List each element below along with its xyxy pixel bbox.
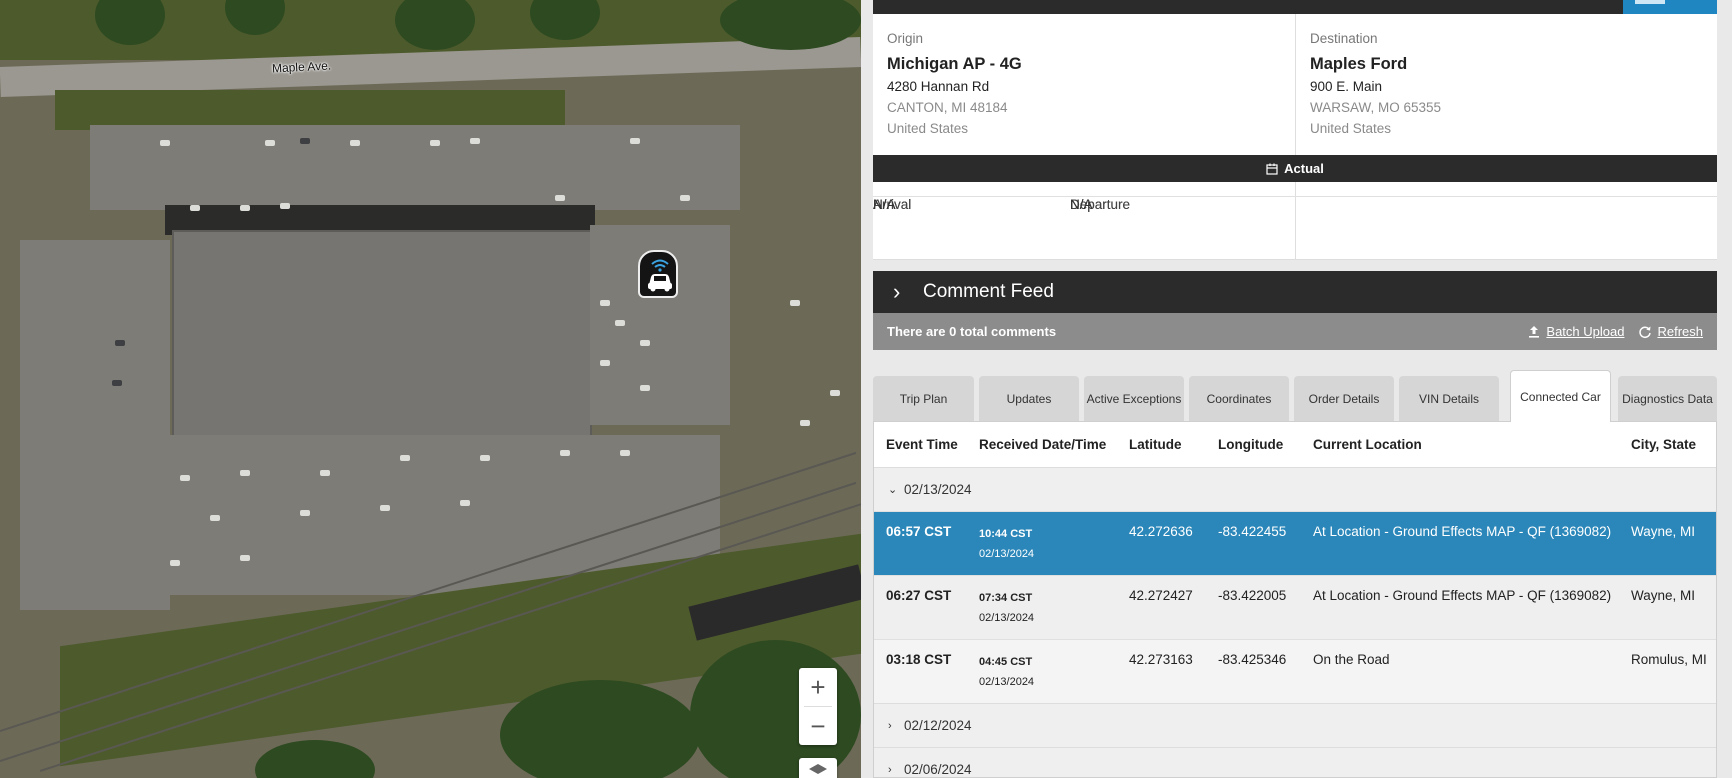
latitude: 42.273163 (1129, 652, 1193, 667)
satellite-map[interactable]: Maple Ave. + − (0, 0, 861, 778)
menu-button[interactable] (1623, 0, 1717, 14)
city-state: Wayne, MI (1631, 524, 1696, 539)
origin-country: United States (887, 121, 969, 136)
tab-trip-plan[interactable]: Trip Plan (873, 376, 974, 422)
latitude: 42.272636 (1129, 524, 1193, 539)
received-datetime: 04:45 CST 02/13/2024 (979, 652, 1034, 692)
latitude: 42.272427 (1129, 588, 1193, 603)
received-datetime: 07:34 CST 02/13/2024 (979, 588, 1034, 628)
table-row[interactable]: 03:18 CST 04:45 CST 02/13/2024 42.273163… (874, 639, 1716, 703)
origin-destination-card: Origin Michigan AP - 4G 4280 Hannan Rd C… (873, 14, 1717, 155)
tab-order-details[interactable]: Order Details (1294, 376, 1394, 422)
col-event-time[interactable]: Event Time (886, 437, 958, 452)
destination-city: WARSAW, MO 65355 (1310, 100, 1442, 115)
tab-updates[interactable]: Updates (979, 376, 1079, 422)
comment-feed-bar: There are 0 total comments Batch Upload … (873, 313, 1717, 350)
date-group-row[interactable]: › 02/12/2024 (874, 703, 1716, 747)
longitude: -83.425346 (1218, 652, 1287, 667)
actual-title: Actual (1284, 161, 1324, 176)
received-date: 02/13/2024 (979, 548, 1035, 560)
origin-section: Origin Michigan AP - 4G 4280 Hannan Rd C… (873, 14, 1295, 155)
current-location: At Location - Ground Effects MAP - QF (1… (1313, 524, 1612, 539)
tab-diagnostics-data[interactable]: Diagnostics Data (1618, 376, 1717, 422)
col-latitude[interactable]: Latitude (1129, 437, 1182, 452)
destination-name: Maples Ford (1310, 55, 1408, 73)
date-group-label: 02/13/2024 (904, 482, 972, 497)
longitude: -83.422455 (1218, 524, 1287, 539)
origin-city: CANTON, MI 48184 (887, 100, 1008, 115)
destination-address: 900 E. Main (1310, 79, 1383, 94)
comment-feed-toggle[interactable]: › Comment Feed (873, 271, 1717, 313)
zoom-out-button[interactable]: − (799, 707, 837, 745)
connected-car-table: Event Time Received Date/Time Latitude L… (873, 421, 1717, 778)
batch-upload-label: Batch Upload (1546, 324, 1625, 339)
longitude: -83.422005 (1218, 588, 1287, 603)
current-location: At Location - Ground Effects MAP - QF (1… (1313, 588, 1612, 603)
tab-connected-car[interactable]: Connected Car (1510, 370, 1611, 422)
comment-count: There are 0 total comments (887, 324, 1057, 339)
event-time: 06:27 CST (886, 588, 952, 603)
table-row[interactable]: 06:57 CST 10:44 CST 02/13/2024 42.272636… (874, 511, 1716, 575)
table-row[interactable]: 06:27 CST 07:34 CST 02/13/2024 42.272427… (874, 575, 1716, 639)
col-longitude[interactable]: Longitude (1218, 437, 1283, 452)
date-group-label: 02/12/2024 (904, 718, 972, 733)
top-bar (873, 0, 1717, 14)
origin-label: Origin (887, 31, 924, 46)
received-date: 02/13/2024 (979, 676, 1035, 688)
destination-country: United States (1310, 121, 1392, 136)
actual-header: Actual (873, 155, 1717, 182)
event-time: 06:57 CST (886, 524, 952, 539)
connected-car-icon[interactable] (638, 250, 678, 298)
received-datetime: 10:44 CST 02/13/2024 (979, 524, 1034, 564)
tab-active-exceptions[interactable]: Active Exceptions (1084, 376, 1184, 422)
chevron-right-icon: › (888, 719, 892, 732)
origin-name: Michigan AP - 4G (887, 55, 1022, 73)
destination-label: Destination (1310, 31, 1378, 46)
col-city-state[interactable]: City, State (1631, 437, 1696, 452)
event-time: 03:18 CST (886, 652, 952, 667)
layers-icon (809, 764, 827, 774)
city-state: Wayne, MI (1631, 588, 1696, 603)
zoom-in-button[interactable]: + (799, 668, 837, 706)
refresh-button[interactable]: Refresh (1638, 324, 1703, 339)
calendar-icon (1266, 163, 1278, 175)
received-time: 07:34 CST (979, 592, 1033, 604)
origin-address: 4280 Hannan Rd (887, 79, 990, 94)
detail-tabs: Trip Plan Updates Active Exceptions Coor… (873, 370, 1717, 422)
date-group-label: 02/06/2024 (904, 762, 972, 777)
received-time: 04:45 CST (979, 656, 1033, 668)
destination-section: Destination Maples Ford 900 E. Main WARS… (1295, 14, 1717, 155)
destination-departure-value: N/A (1070, 197, 1093, 212)
refresh-label: Refresh (1657, 324, 1703, 339)
refresh-icon (1639, 326, 1652, 338)
layers-button[interactable] (799, 758, 837, 778)
date-group-row[interactable]: › 02/06/2024 (874, 747, 1716, 777)
batch-upload-button[interactable]: Batch Upload (1527, 324, 1624, 339)
chevron-down-icon: ⌄ (888, 484, 898, 496)
city-state: Romulus, MI (1631, 652, 1707, 667)
current-location: On the Road (1313, 652, 1390, 667)
zoom-control: + − (799, 668, 837, 745)
received-time: 10:44 CST (979, 528, 1033, 540)
destination-arrival-value: N/A (873, 197, 896, 212)
date-group-row[interactable]: ⌄ 02/13/2024 (874, 467, 1716, 511)
tab-coordinates[interactable]: Coordinates (1189, 376, 1289, 422)
tab-vin-details[interactable]: VIN Details (1399, 376, 1499, 422)
col-current-location[interactable]: Current Location (1313, 437, 1422, 452)
actual-times: Arrival Departure N/A N/A Arrival Depart… (873, 182, 1717, 260)
chevron-right-icon: › (888, 763, 892, 776)
received-date: 02/13/2024 (979, 612, 1035, 624)
chevron-right-icon: › (893, 279, 901, 304)
shipment-detail-panel: Origin Michigan AP - 4G 4280 Hannan Rd C… (861, 0, 1732, 778)
destination-actual: Arrival Departure N/A N/A (873, 182, 1717, 260)
col-received[interactable]: Received Date/Time (979, 437, 1106, 452)
comment-feed-title: Comment Feed (923, 281, 1054, 302)
upload-icon (1529, 325, 1540, 338)
